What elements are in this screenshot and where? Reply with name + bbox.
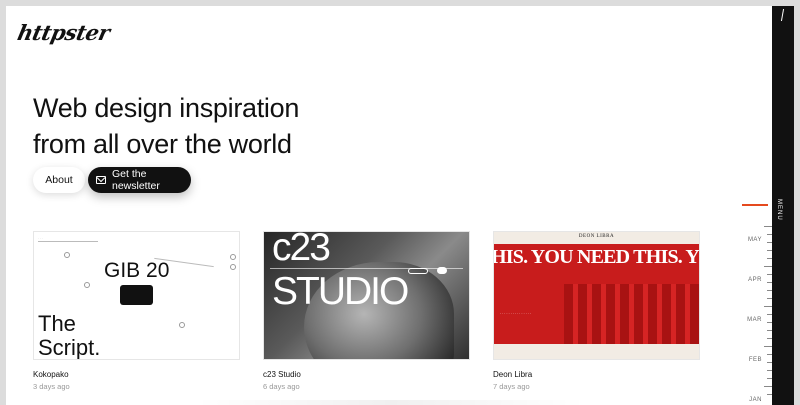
date-timeline[interactable]: MAY APR MAR FEB JAN bbox=[742, 196, 772, 405]
thumb-dot bbox=[179, 322, 185, 328]
thumb-nav-text: · · · bbox=[38, 236, 43, 240]
thumb-dot bbox=[230, 264, 236, 270]
timeline-month-may[interactable]: MAY bbox=[748, 237, 762, 243]
hero-line-2: from all over the world bbox=[33, 129, 292, 159]
site-card-c23-studio[interactable]: c23 STUDIO c23 Studio 6 days ago bbox=[263, 231, 470, 391]
timeline-month-feb[interactable]: FEB bbox=[749, 357, 762, 363]
card-date: 3 days ago bbox=[33, 382, 70, 391]
card-title[interactable]: Deon Libra bbox=[493, 370, 700, 379]
hero-heading: Web design inspiration from all over the… bbox=[33, 90, 299, 162]
thumb-brand: DEON LIBRA bbox=[578, 234, 615, 239]
thumb-dot bbox=[84, 282, 90, 288]
thumb-caption: · · · · · · · · · · · · · · · bbox=[500, 312, 532, 316]
timeline-tick bbox=[764, 226, 772, 227]
site-card-kokopako[interactable]: · · · GIB 20 The Script. Kokopako 3 days… bbox=[33, 231, 240, 391]
about-button[interactable]: About bbox=[33, 167, 85, 193]
thumb-text-line: Script. bbox=[38, 335, 101, 360]
site-thumbnail[interactable]: · · · GIB 20 The Script. bbox=[33, 231, 240, 360]
card-date: 6 days ago bbox=[263, 382, 300, 391]
thumb-footer bbox=[494, 344, 699, 359]
menu-slash-icon bbox=[779, 9, 785, 21]
newsletter-button[interactable]: Get the newsletter bbox=[88, 167, 191, 193]
thumb-rule bbox=[38, 241, 98, 242]
thumb-dot bbox=[230, 254, 236, 260]
timeline-month-jan[interactable]: JAN bbox=[749, 397, 762, 403]
timeline-tick bbox=[764, 386, 772, 387]
site-card-deon-libra[interactable]: DEON LIBRA HIS. YOU NEED THIS. YOU NEED … bbox=[493, 231, 700, 391]
thumb-text: HIS. YOU NEED THIS. YOU NEED bbox=[493, 246, 700, 268]
thumb-rule bbox=[270, 268, 463, 269]
thumb-text: GIB 20 bbox=[104, 259, 170, 282]
card-date: 7 days ago bbox=[493, 382, 530, 391]
hero-line-1: Web design inspiration bbox=[33, 93, 300, 123]
httpster-logo[interactable]: httpster bbox=[15, 20, 112, 45]
page: httpster Web design inspiration from all… bbox=[6, 6, 794, 405]
timeline-month-mar[interactable]: MAR bbox=[747, 317, 762, 323]
site-thumbnail[interactable]: c23 STUDIO bbox=[263, 231, 470, 360]
thumb-bottles bbox=[564, 284, 699, 346]
about-button-label: About bbox=[45, 174, 73, 186]
newsletter-button-label: Get the newsletter bbox=[112, 168, 160, 192]
card-title[interactable]: Kokopako bbox=[33, 370, 240, 379]
mail-icon bbox=[96, 176, 106, 184]
timeline-tick bbox=[764, 346, 772, 347]
timeline-tick bbox=[764, 306, 772, 307]
thumb-pill bbox=[120, 285, 153, 305]
menu-sidebar[interactable]: MENU bbox=[772, 6, 794, 405]
site-thumbnail[interactable]: DEON LIBRA HIS. YOU NEED THIS. YOU NEED … bbox=[493, 231, 700, 360]
thumb-text-line: The bbox=[38, 311, 76, 336]
timeline-month-apr[interactable]: APR bbox=[748, 277, 762, 283]
thumb-toggle bbox=[437, 267, 447, 274]
scroll-shadow bbox=[196, 400, 586, 405]
thumb-text: The Script. bbox=[38, 312, 100, 360]
menu-label[interactable]: MENU bbox=[776, 199, 782, 221]
card-title[interactable]: c23 Studio bbox=[263, 370, 470, 379]
thumb-button bbox=[408, 268, 428, 274]
thumb-dot bbox=[64, 252, 70, 258]
timeline-tick bbox=[764, 266, 772, 267]
timeline-current-marker bbox=[742, 204, 768, 206]
